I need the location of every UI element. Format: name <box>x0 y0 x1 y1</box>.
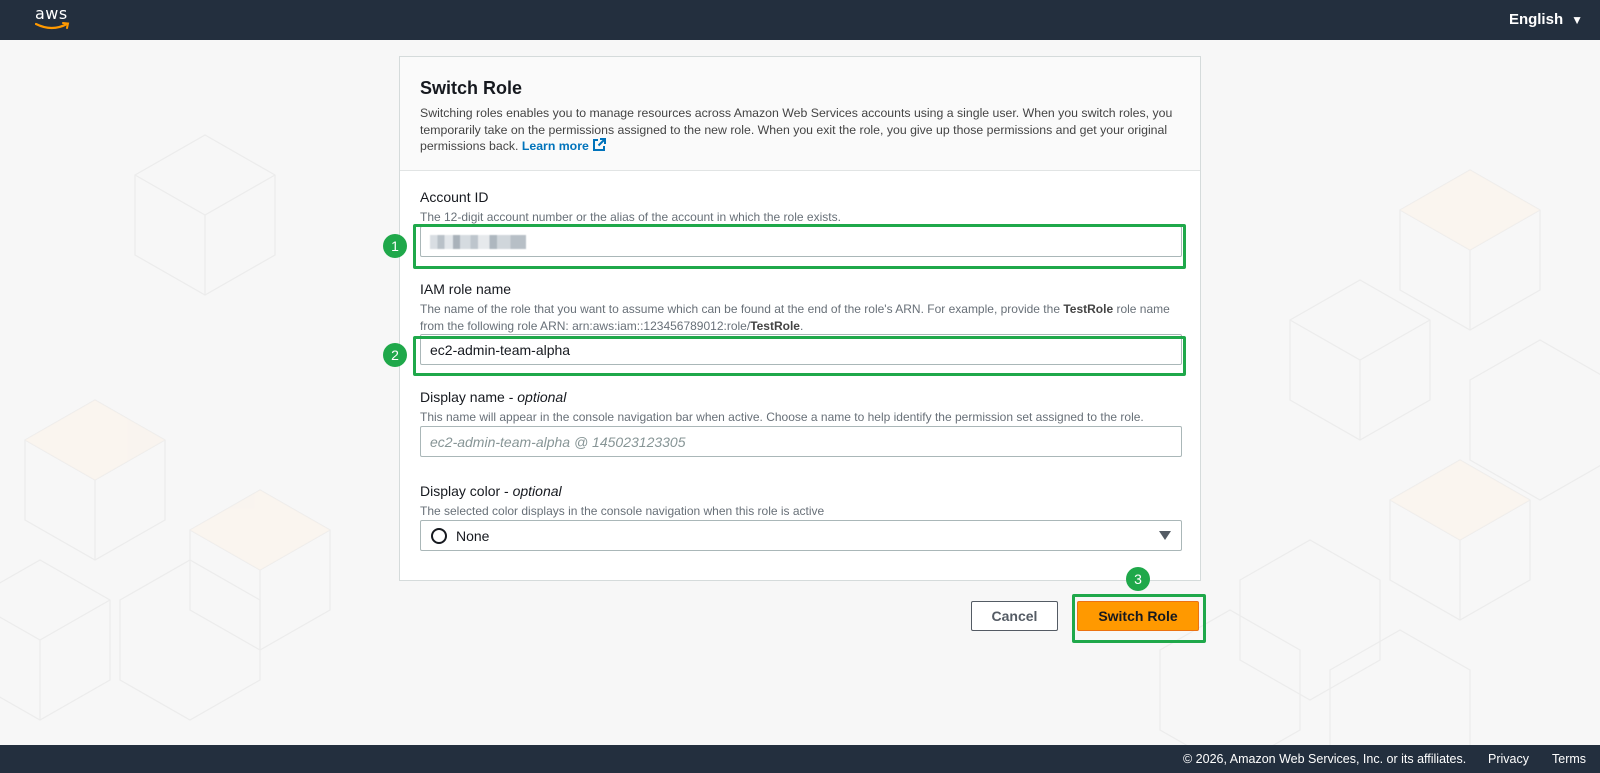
highlight-role-name <box>413 336 1186 376</box>
caret-down-icon <box>1159 531 1171 540</box>
language-label: English <box>1508 11 1564 28</box>
cancel-button[interactable]: Cancel <box>971 601 1058 631</box>
role-name-hint-example-2: TestRole <box>750 318 800 333</box>
footer-copyright: © 2026, Amazon Web Services, Inc. or its… <box>1183 752 1467 766</box>
display-name-label: Display name - optional <box>420 389 1182 406</box>
cancel-button-label: Cancel <box>991 608 1038 624</box>
caret-down-icon: ▼ <box>1571 12 1583 27</box>
learn-more-label: Learn more <box>521 139 589 153</box>
role-name-hint-text: The name of the role that you want to as… <box>420 302 1064 316</box>
display-name-field: Display name - optional This name will a… <box>420 389 1182 457</box>
display-color-hint: The selected color displays in the conso… <box>420 504 825 518</box>
role-name-field: IAM role name The name of the role that … <box>420 281 1182 365</box>
language-selector[interactable]: English ▼ <box>1509 11 1583 28</box>
card-header: Switch Role Switching roles enables you … <box>400 57 1200 171</box>
display-color-field: Display color - optional The selected co… <box>420 483 1182 551</box>
footer-privacy-link[interactable]: Privacy <box>1488 752 1529 766</box>
display-color-select[interactable]: None <box>420 520 1182 551</box>
display-name-label-text: Display name - <box>420 389 518 405</box>
display-name-placeholder: ec2-admin-team-alpha @ 145023123305 <box>430 433 686 450</box>
footer: © 2026, Amazon Web Services, Inc. or its… <box>0 745 1600 773</box>
external-link-icon <box>592 138 606 151</box>
step-badge-1: 1 <box>383 234 407 258</box>
aws-logo[interactable]: aws <box>35 6 73 34</box>
account-id-label: Account ID <box>420 189 489 205</box>
role-name-hint-period: . <box>799 318 804 333</box>
display-color-label-text: Display color - <box>420 483 513 499</box>
page-title: Switch Role <box>420 78 523 98</box>
footer-terms-link[interactable]: Terms <box>1552 752 1586 766</box>
top-nav: aws English ▼ <box>0 0 1600 40</box>
role-name-hint-example: TestRole <box>1063 302 1114 316</box>
step-badge-3: 3 <box>1126 567 1150 591</box>
aws-logo-text: aws <box>35 4 68 23</box>
role-name-label: IAM role name <box>420 281 512 297</box>
highlight-account-id <box>413 224 1186 269</box>
aws-smile-icon <box>35 22 70 30</box>
color-none-swatch-icon <box>431 527 447 544</box>
display-color-label: Display color - optional <box>420 483 1182 500</box>
display-name-hint: This name will appear in the console nav… <box>420 410 1144 424</box>
display-color-selected: None <box>456 527 490 544</box>
card-description: Switching roles enables you to manage re… <box>420 105 1180 155</box>
switch-role-card: Switch Role Switching roles enables you … <box>399 56 1201 581</box>
switch-role-button[interactable]: Switch Role <box>1077 601 1199 631</box>
learn-more-link[interactable]: Learn more <box>521 138 606 153</box>
optional-tag: optional <box>512 483 562 499</box>
account-id-field: Account ID The 12-digit account number o… <box>420 189 1182 257</box>
switch-role-button-label: Switch Role <box>1098 608 1178 624</box>
step-badge-2: 2 <box>383 343 407 367</box>
role-name-hint: The name of the role that you want to as… <box>420 301 1182 334</box>
display-name-input[interactable]: ec2-admin-team-alpha @ 145023123305 <box>420 426 1182 457</box>
optional-tag: optional <box>517 389 567 405</box>
